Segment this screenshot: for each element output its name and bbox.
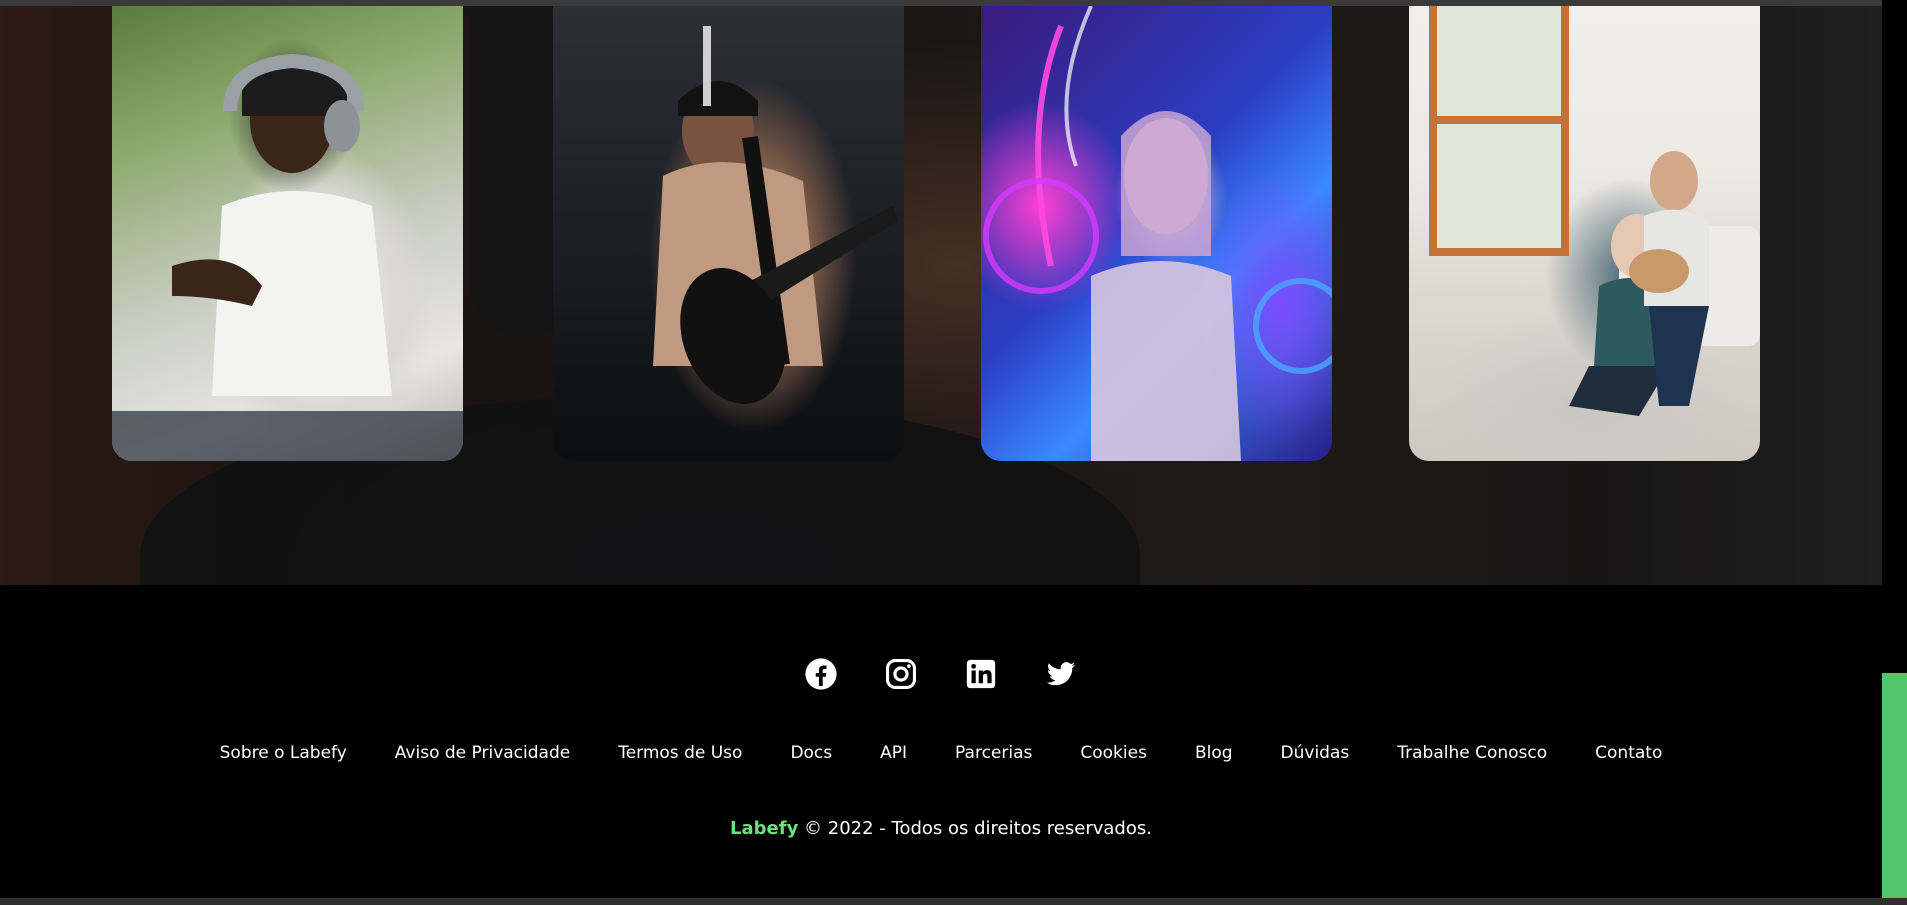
instagram-icon[interactable]	[884, 657, 918, 691]
gallery-card-woman-headphones	[112, 6, 463, 461]
footer-link-termos[interactable]: Termos de Uso	[618, 743, 742, 763]
gallery-section	[0, 6, 1882, 585]
bottom-edge-bar	[0, 898, 1907, 905]
scrollbar-thumb[interactable]	[1882, 673, 1907, 898]
footer-link-contato[interactable]: Contato	[1595, 743, 1662, 763]
linkedin-icon[interactable]	[964, 657, 998, 691]
site-footer: Sobre o Labefy Aviso de Privacidade Term…	[0, 585, 1882, 898]
woman-silhouette	[112, 53, 463, 461]
footer-nav: Sobre o Labefy Aviso de Privacidade Term…	[0, 743, 1882, 763]
footer-link-docs[interactable]: Docs	[790, 743, 832, 763]
guitarist-silhouette	[653, 26, 898, 404]
footer-link-trabalhe-conosco[interactable]: Trabalhe Conosco	[1397, 743, 1547, 763]
gallery-card-guitarist	[553, 6, 904, 461]
footer-link-privacidade[interactable]: Aviso de Privacidade	[395, 743, 570, 763]
footer-link-api[interactable]: API	[880, 743, 907, 763]
footer-link-parcerias[interactable]: Parcerias	[955, 743, 1032, 763]
gallery-card-couple-guitar	[1409, 6, 1760, 461]
footer-link-duvidas[interactable]: Dúvidas	[1281, 743, 1350, 763]
footer-link-cookies[interactable]: Cookies	[1080, 743, 1147, 763]
social-links	[0, 657, 1882, 691]
footer-link-blog[interactable]: Blog	[1195, 743, 1233, 763]
twitter-icon[interactable]	[1044, 657, 1078, 691]
facebook-icon[interactable]	[804, 657, 838, 691]
copyright: Labefy © 2022 - Todos os direitos reserv…	[0, 818, 1882, 839]
neon-silhouette	[983, 6, 1332, 461]
footer-link-sobre[interactable]: Sobre o Labefy	[220, 743, 347, 763]
brand-name: Labefy	[730, 818, 799, 839]
copyright-text: © 2022 - Todos os direitos reservados.	[798, 818, 1152, 839]
couple-silhouette	[1569, 151, 1760, 416]
gallery-card-neon-woman	[981, 6, 1332, 461]
